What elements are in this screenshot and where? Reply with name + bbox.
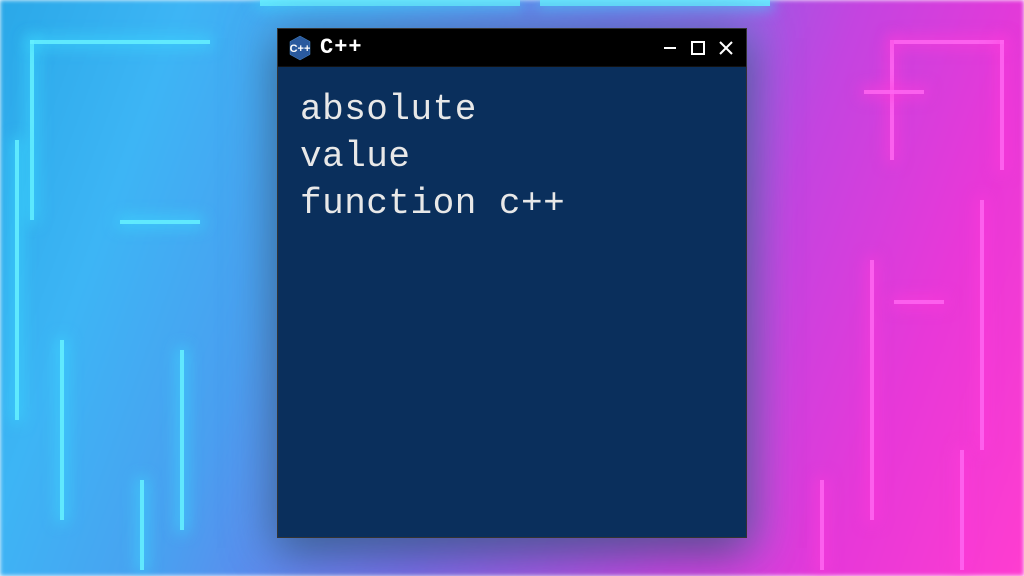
title-bar[interactable]: C++ C++	[278, 29, 746, 67]
terminal-line-3: function c++	[300, 181, 724, 228]
minimize-button[interactable]	[660, 38, 680, 58]
window-controls	[660, 38, 736, 58]
terminal-line-2: value	[300, 134, 724, 181]
terminal-window: C++ C++	[277, 28, 747, 538]
close-button[interactable]	[716, 38, 736, 58]
maximize-button[interactable]	[688, 38, 708, 58]
terminal-content: absolute value function c++	[300, 87, 724, 227]
window-title: C++	[320, 35, 363, 60]
terminal-line-1: absolute	[300, 87, 724, 134]
title-left-group: C++ C++	[288, 35, 363, 60]
svg-text:C++: C++	[290, 43, 311, 55]
terminal-body[interactable]: absolute value function c++	[278, 67, 746, 537]
cpp-hex-icon: C++	[288, 36, 312, 60]
